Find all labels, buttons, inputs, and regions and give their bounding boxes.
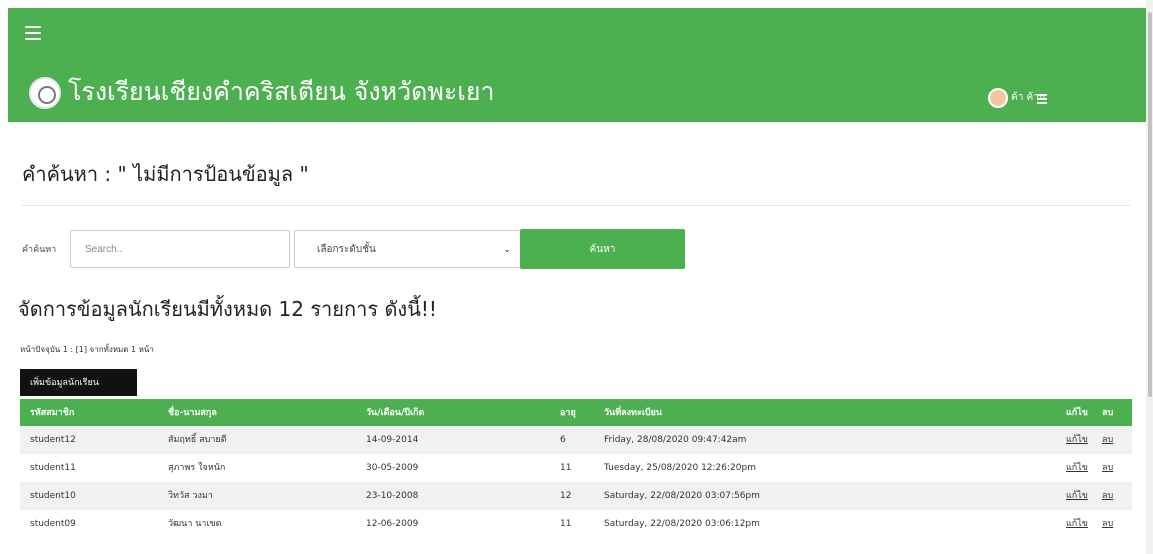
delete-link[interactable]: ลบ [1102, 462, 1113, 474]
delete-link[interactable]: ลบ [1102, 518, 1113, 530]
chevron-down-icon: ⌄ [503, 245, 511, 255]
add-student-button[interactable]: เพิ่มข้อมูลนักเรียน [20, 369, 137, 396]
site-title: โรงเรียนเชียงคำคริสเตียน จังหวัดพะเยา [68, 77, 495, 106]
cell-dob: 14-09-2014 [366, 435, 419, 445]
cell-dob: 30-05-2009 [366, 463, 419, 473]
cell-registered: Saturday, 22/08/2020 03:06:12pm [604, 519, 760, 529]
cell-dob: 23-10-2008 [366, 491, 419, 501]
header-dob: วัน/เดือน/ปีเกิด [366, 407, 425, 418]
divider [22, 205, 1130, 206]
cell-name: สุภาพร ใจหนัก [168, 463, 226, 473]
cell-name: วัฒนา นาเขต [168, 519, 222, 529]
cell-name: วิทวัส วงมา [168, 491, 213, 501]
header-name: ชื่อ-นามสกุล [168, 407, 217, 418]
cell-age: 11 [560, 519, 572, 529]
edit-link[interactable]: แก้ไข [1066, 434, 1088, 446]
student-count-heading: จัดการข้อมูลนักเรียนมีทั้งหมด 12 รายการ … [18, 297, 437, 321]
delete-link[interactable]: ลบ [1102, 434, 1113, 446]
cell-name: สัมฤทธิ์ สบายดี [168, 435, 227, 445]
delete-link[interactable]: ลบ [1102, 490, 1113, 502]
cell-id: student11 [30, 463, 76, 473]
header-edit: แก้ไข [1066, 407, 1088, 418]
search-button[interactable]: ค้นหา [520, 229, 685, 269]
header-age: อายุ [560, 407, 576, 418]
cell-registered: Tuesday, 25/08/2020 12:26:20pm [604, 463, 756, 473]
user-menu-icon[interactable] [1037, 94, 1047, 104]
table-header-row: รหัสสมาชิก ชื่อ-นามสกุล วัน/เดือน/ปีเกิด… [20, 399, 1132, 426]
cell-id: student10 [30, 491, 76, 501]
level-select[interactable]: เลือกระดับชั้น ⌄ [294, 230, 522, 268]
pagination-info: หน้าปัจจุบัน 1 : [1] จากทั้งหมด 1 หน้า [20, 345, 154, 354]
school-logo [29, 77, 61, 109]
cell-registered: Saturday, 22/08/2020 03:07:56pm [604, 491, 760, 501]
cell-id: student09 [30, 519, 76, 529]
cell-registered: Friday, 28/08/2020 09:47:42am [604, 435, 747, 445]
search-result-heading: คำค้นหา : " ไม่มีการป้อนข้อมูล " [22, 162, 309, 186]
table-row: student12 สัมฤทธิ์ สบายดี 14-09-2014 6 F… [20, 426, 1132, 454]
level-select-value: เลือกระดับชั้น [317, 244, 376, 255]
scrollbar-thumb[interactable] [1148, 12, 1152, 397]
cell-age: 12 [560, 491, 572, 501]
edit-link[interactable]: แก้ไข [1066, 490, 1088, 502]
app-header: โรงเรียนเชียงคำคริสเตียน จังหวัดพะเยา ค้… [8, 8, 1146, 122]
header-id: รหัสสมาชิก [30, 407, 75, 418]
table-row: student11 สุภาพร ใจหนัก 30-05-2009 11 Tu… [20, 454, 1132, 482]
search-input[interactable] [70, 230, 290, 268]
menu-icon[interactable] [25, 26, 41, 40]
cell-id: student12 [30, 435, 76, 445]
table-row: student09 วัฒนา นาเขต 12-06-2009 11 Satu… [20, 510, 1132, 538]
cell-age: 6 [560, 435, 566, 445]
edit-link[interactable]: แก้ไข [1066, 462, 1088, 474]
header-delete: ลบ [1102, 407, 1114, 418]
cell-age: 11 [560, 463, 572, 473]
cell-dob: 12-06-2009 [366, 519, 419, 529]
header-registered: วันที่ลงทะเบียน [604, 407, 663, 418]
student-table: รหัสสมาชิก ชื่อ-นามสกุล วัน/เดือน/ปีเกิด… [20, 399, 1132, 538]
search-label: คำค้นหา [22, 245, 57, 255]
edit-link[interactable]: แก้ไข [1066, 518, 1088, 530]
user-avatar[interactable] [988, 88, 1008, 108]
table-row: student10 วิทวัส วงมา 23-10-2008 12 Satu… [20, 482, 1132, 510]
